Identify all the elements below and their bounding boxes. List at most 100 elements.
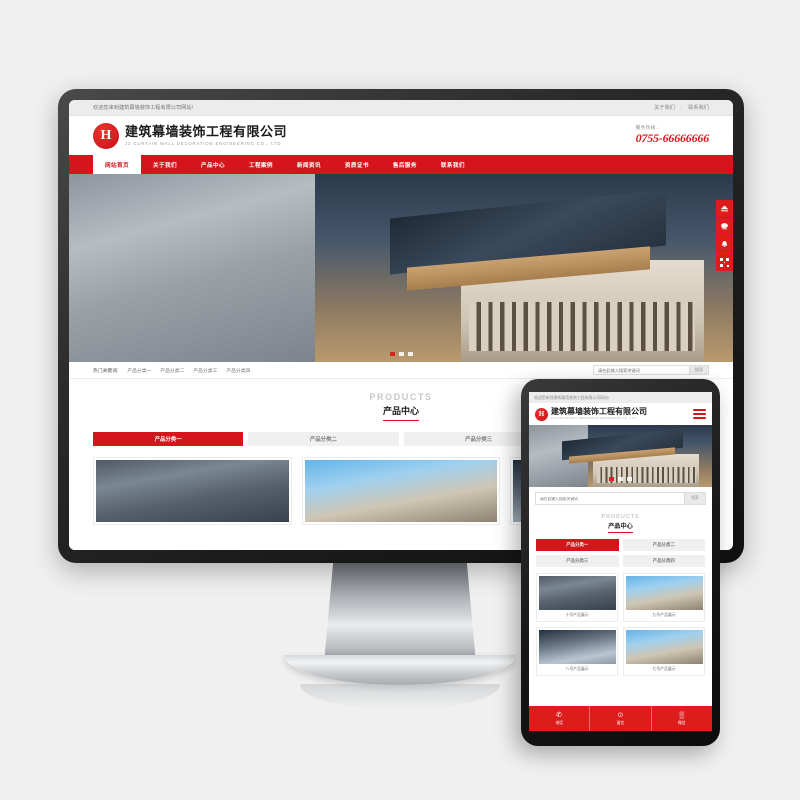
keyword-search-bar: 热门关键词: 产品分类一 产品分类二 产品分类三 产品分类四 搜索 [69,362,733,379]
mobile-company-name-cn: 建筑幕墙装饰工程有限公司 [551,407,647,417]
mobile-nav-phone-label: 电话 [555,720,563,725]
keyword-link-3[interactable]: 产品分类三 [193,367,217,374]
welcome-text: 欢迎您来到建筑幕墙装饰工程有限公司网站! [93,105,194,111]
search-button[interactable]: 搜索 [689,365,709,375]
monitor-stand-base [284,655,516,685]
top-link-about[interactable]: 关于我们 [654,104,675,111]
mobile-hero-banner[interactable] [529,425,712,487]
desktop-topbar: 欢迎您来到建筑幕墙装饰工程有限公司网站! 关于我们 | 联系我们 [69,100,733,116]
nav-item-home[interactable]: 网站首页 [93,155,141,174]
mobile-logo-text: 建筑幕墙装饰工程有限公司 JZ CURTAIN WALL DECORATION … [551,407,647,420]
hotline-number: 0755-66666666 [635,131,710,145]
products-title-cn: 产品中心 [382,404,419,421]
category-tab-2[interactable]: 产品分类二 [248,432,399,446]
mobile-product-image [625,575,703,610]
hot-keywords-label: 热门关键词: [93,368,119,374]
main-navigation: 网站首页 关于我们 产品中心 工程案例 新闻资讯 资质证书 售后服务 联系我们 [69,155,733,174]
product-card[interactable] [301,457,501,525]
banner-dot-1[interactable] [389,352,395,356]
banner-image-right [314,174,733,362]
monitor-neck [324,563,476,663]
phone-icon[interactable] [716,218,733,235]
banner-arcade-columns [469,301,696,351]
mobile-category-tab-2[interactable]: 产品分类二 [622,539,705,551]
hot-keywords: 热门关键词: 产品分类一 产品分类二 产品分类三 产品分类四 [93,367,250,374]
bell-icon[interactable] [716,236,733,253]
nav-item-service[interactable]: 售后服务 [381,155,429,174]
mobile-company-name-en: JZ CURTAIN WALL DECORATION ENGINEERING C… [551,416,637,420]
keyword-link-4[interactable]: 产品分类四 [226,367,250,374]
mobile-banner-dot-1[interactable] [609,477,614,481]
desktop-header: H 建筑幕墙装饰工程有限公司 JZ CURTAIN WALL DECORATIO… [69,116,733,155]
top-link-contact[interactable]: 联系我们 [688,104,709,111]
product-image [304,460,498,522]
banner-dots [69,352,733,356]
nav-item-certificates[interactable]: 资质证书 [333,155,381,174]
topbar-separator: | [680,104,683,111]
mobile-nav-phone[interactable]: ✆ 电话 [529,706,591,731]
nav-item-news[interactable]: 新闻资讯 [285,155,333,174]
qrcode-icon: ▒ [679,711,685,719]
mobile-search-button[interactable]: 搜索 [684,492,706,505]
hotline-block: 服务热线: 0755-66666666 [635,125,710,146]
mobile-product-caption: 九号产品展示 [652,612,676,617]
back-to-top-icon[interactable] [716,200,733,217]
mobile-product-card[interactable]: 十号产品展示 [536,573,618,622]
search-input[interactable] [593,365,689,375]
mobile-welcome-text: 欢迎您来到建筑幕墙装饰工程有限公司网站! [534,394,610,400]
search-box: 搜索 [593,365,709,375]
keyword-link-1[interactable]: 产品分类一 [127,367,151,374]
mobile-product-image [538,575,616,610]
topbar-links: 关于我们 | 联系我们 [654,104,709,112]
mobile-category-tab-1[interactable]: 产品分类一 [536,539,619,551]
mobile-product-card[interactable]: 九号产品展示 [623,573,705,622]
mobile-device: 欢迎您来到建筑幕墙装饰工程有限公司网站! H 建筑幕墙装饰工程有限公司 JZ C… [521,379,720,746]
mobile-product-image [625,629,703,664]
nav-item-about[interactable]: 关于我们 [141,155,189,174]
mobile-bottom-navigation: ✆ 电话 ⊙ 留言 ▒ 微信 [529,706,712,731]
mobile-banner-dot-3[interactable] [627,477,632,481]
mobile-product-grid: 十号产品展示 九号产品展示 八号产品展示 七号产品展示 [529,567,712,676]
banner-image-left [69,174,315,362]
mobile-category-tab-3[interactable]: 产品分类三 [536,555,619,567]
mobile-banner-dots [529,477,712,481]
mobile-category-tabs: 产品分类一 产品分类二 产品分类三 产品分类四 [529,533,712,567]
mobile-products-title-cn: 产品中心 [608,521,633,533]
mobile-banner-dot-2[interactable] [618,477,623,481]
mobile-screen: 欢迎您来到建筑幕墙装饰工程有限公司网站! H 建筑幕墙装饰工程有限公司 JZ C… [529,392,712,731]
company-name-cn: 建筑幕墙装饰工程有限公司 [125,124,288,140]
category-tab-1[interactable]: 产品分类一 [93,432,244,446]
nav-item-contact[interactable]: 联系我们 [429,155,477,174]
banner-dot-3[interactable] [407,352,413,356]
mobile-product-image [538,629,616,664]
mobile-nav-wechat[interactable]: ▒ 微信 [652,706,712,731]
logo-text-block: 建筑幕墙装饰工程有限公司 JZ CURTAIN WALL DECORATION … [125,124,288,146]
mobile-header: H 建筑幕墙装饰工程有限公司 JZ CURTAIN WALL DECORATIO… [529,403,712,425]
hamburger-icon[interactable] [693,409,706,419]
product-image [96,460,289,522]
mobile-search-box: 搜索 [529,487,712,510]
keyword-link-2[interactable]: 产品分类二 [160,367,184,374]
mobile-product-caption: 十号产品展示 [565,612,589,617]
site-logo[interactable]: H 建筑幕墙装饰工程有限公司 JZ CURTAIN WALL DECORATIO… [93,122,288,149]
screenshot-stage: 欢迎您来到建筑幕墙装饰工程有限公司网站! 关于我们 | 联系我们 H 建筑幕墙装… [0,0,800,800]
mobile-site-logo[interactable]: H 建筑幕墙装饰工程有限公司 JZ CURTAIN WALL DECORATIO… [535,407,647,421]
mobile-topbar: 欢迎您来到建筑幕墙装饰工程有限公司网站! [529,392,712,403]
banner-dot-2[interactable] [398,352,404,356]
mobile-product-caption: 八号产品展示 [565,666,589,671]
mobile-nav-message-label: 留言 [616,720,625,725]
mobile-product-card[interactable]: 八号产品展示 [536,627,618,676]
floating-action-buttons [716,200,733,272]
logo-mark-icon: H [93,122,119,149]
mobile-category-tab-4[interactable]: 产品分类四 [622,555,705,567]
hero-banner[interactable] [69,174,733,362]
mobile-product-card[interactable]: 七号产品展示 [623,627,705,676]
mobile-nav-message[interactable]: ⊙ 留言 [590,706,652,731]
nav-item-cases[interactable]: 工程案例 [237,155,285,174]
product-card[interactable] [93,457,292,525]
nav-item-products[interactable]: 产品中心 [189,155,237,174]
mobile-product-caption: 七号产品展示 [652,666,676,671]
mobile-products-heading: PRODUCTS 产品中心 [529,510,712,533]
mobile-search-input[interactable] [535,492,684,505]
qrcode-icon[interactable] [716,254,733,271]
